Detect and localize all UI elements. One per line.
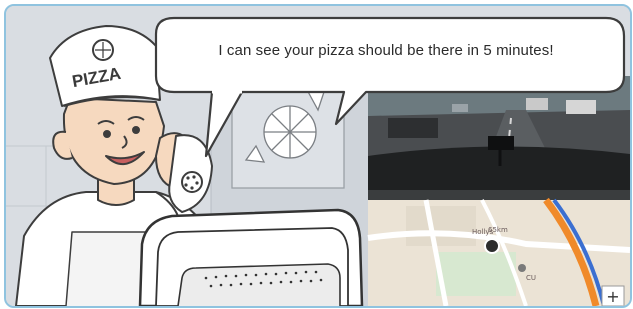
map-label-cu: CU xyxy=(526,274,536,282)
navigation-map: + Hollys CU 65km xyxy=(367,190,630,306)
speed-label: 65km xyxy=(488,226,508,234)
speech-bubble-text: I can see your pizza should be there in … xyxy=(218,42,554,59)
zoom-in-icon: + xyxy=(606,287,619,306)
pizza-poster xyxy=(231,83,345,189)
illustration-frame: + Hollys CU 65km PIZZA I can see your pi… xyxy=(4,4,632,308)
monitor xyxy=(138,208,364,306)
